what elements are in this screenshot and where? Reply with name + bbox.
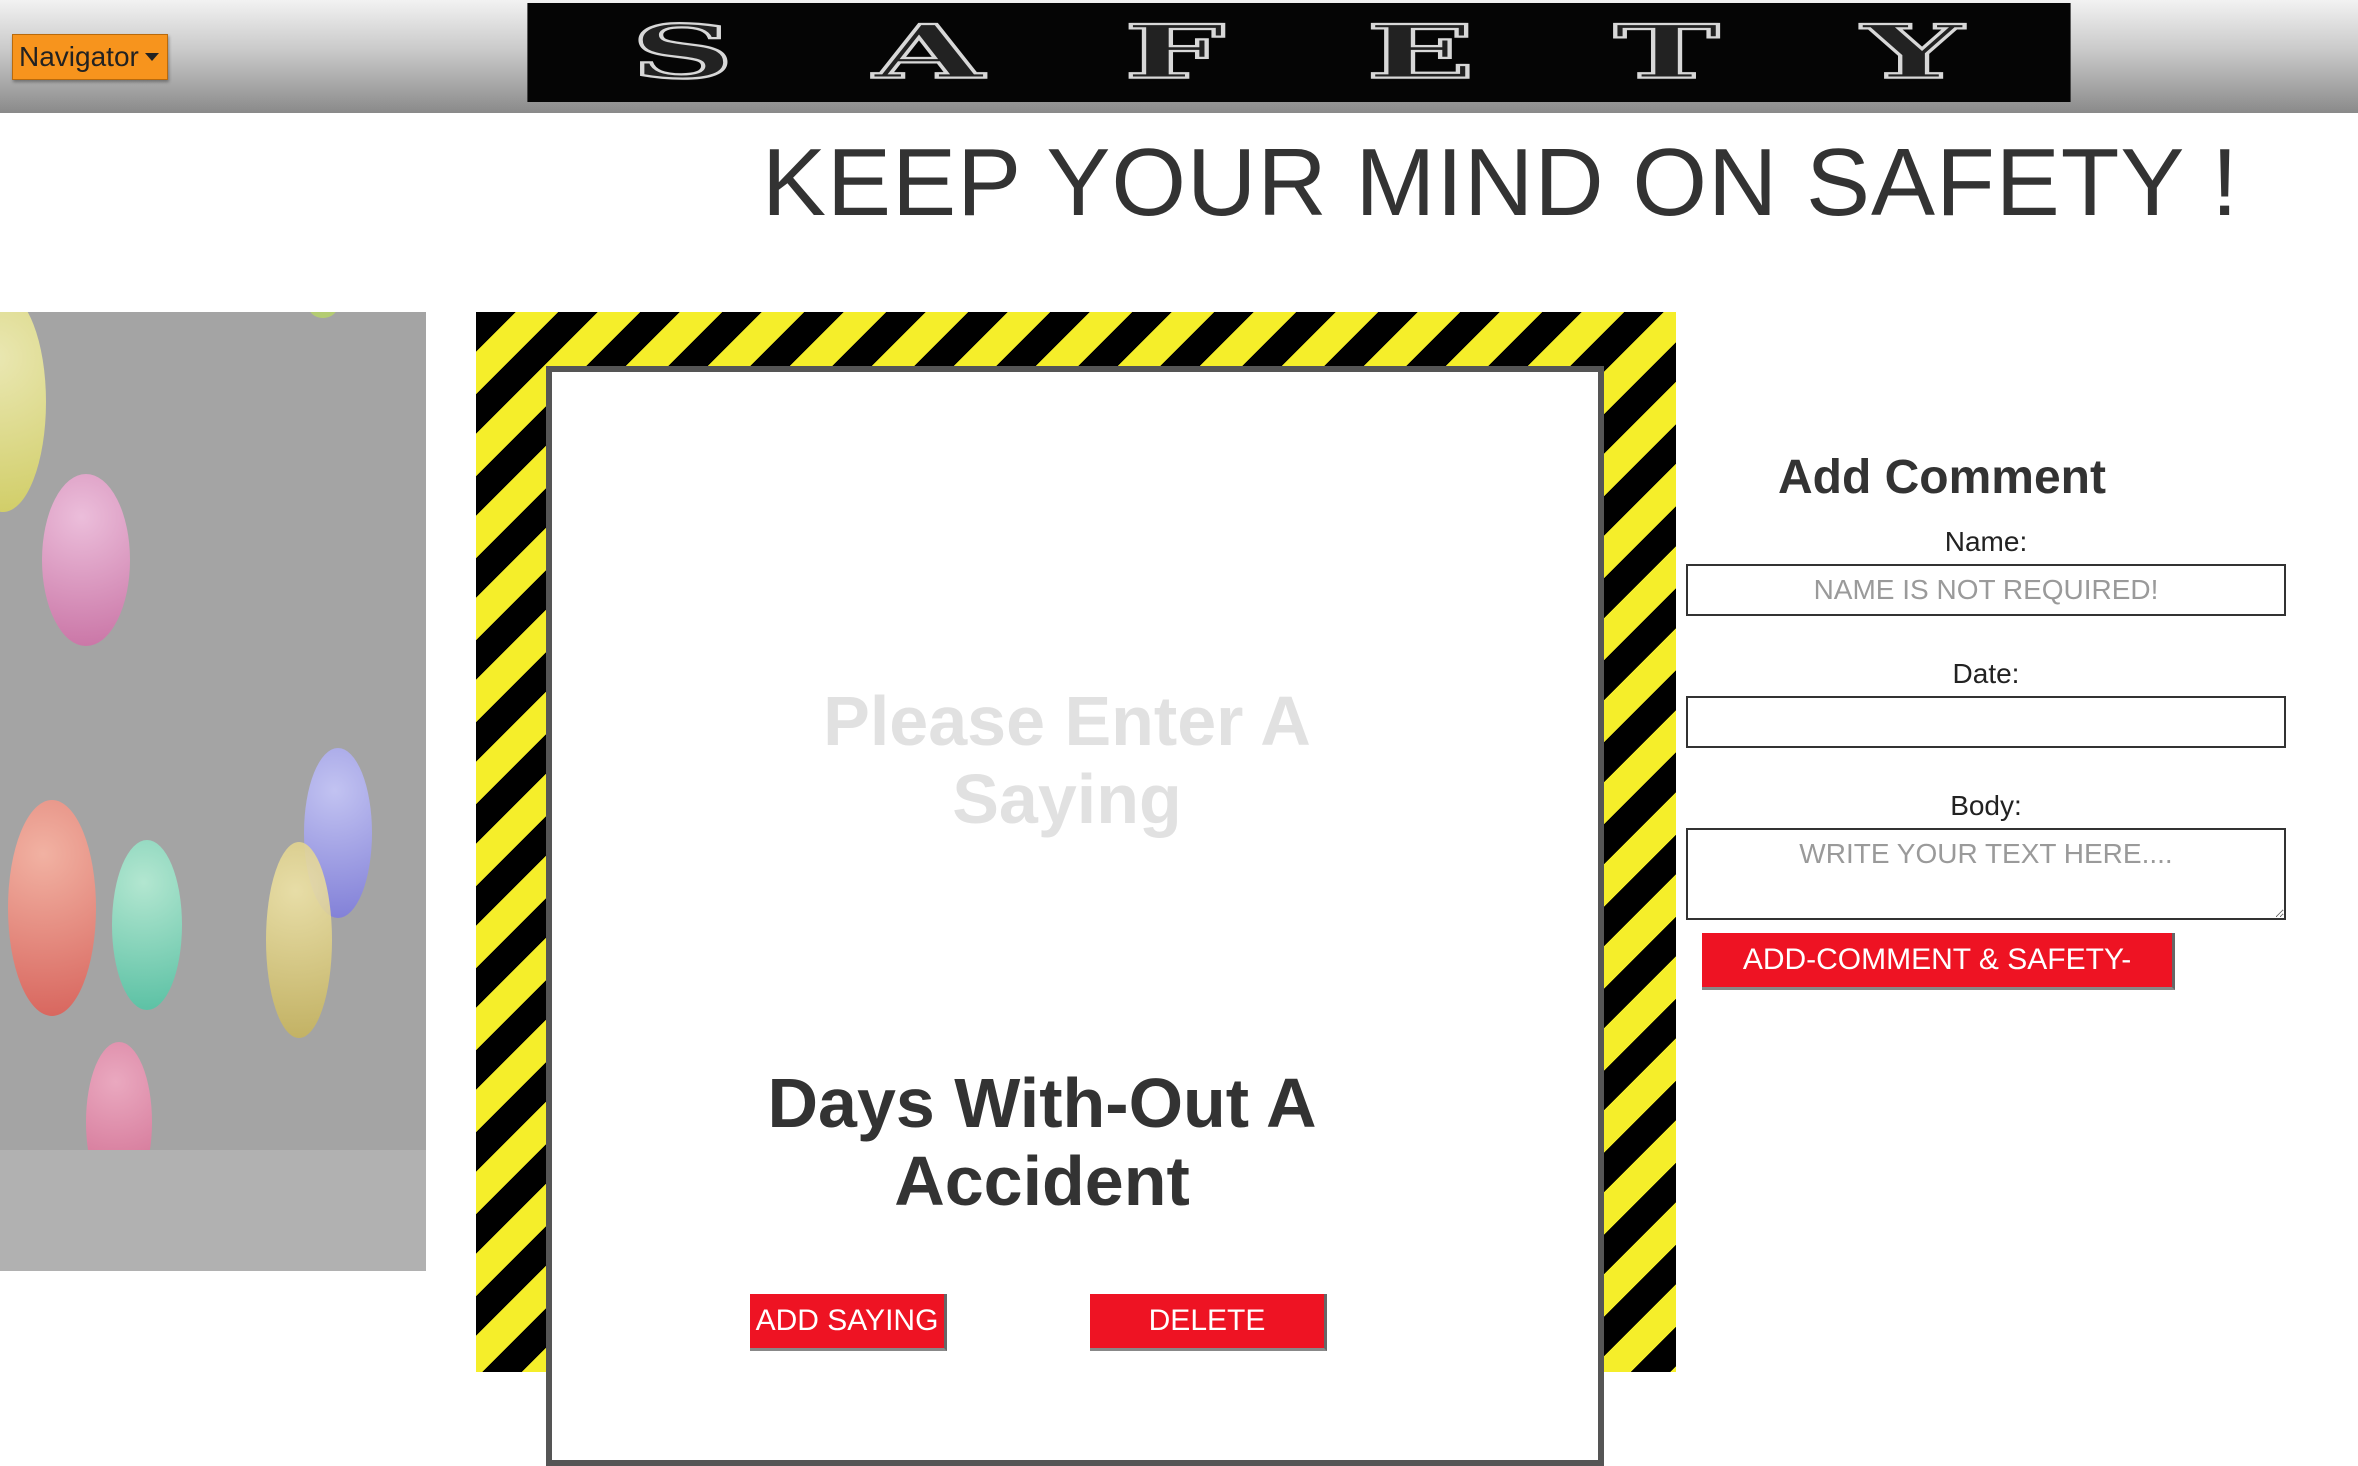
sign-board: Please Enter A Saying Days With-Out A Ac… bbox=[546, 366, 1604, 1466]
date-field[interactable] bbox=[1686, 696, 2286, 748]
balloon-green bbox=[308, 312, 338, 318]
date-label: Date: bbox=[1952, 658, 2020, 689]
saying-placeholder[interactable]: Please Enter A Saying bbox=[757, 682, 1377, 838]
balloon-teal bbox=[112, 840, 182, 1010]
balloon-pink bbox=[42, 474, 130, 646]
add-saying-button[interactable]: ADD SAYING bbox=[750, 1294, 947, 1351]
logo-letter-y: Y bbox=[1757, 3, 2071, 102]
body-textarea[interactable] bbox=[1686, 828, 2286, 920]
name-label: Name: bbox=[1944, 526, 2028, 557]
delete-saying-button[interactable]: DELETE SAYING bbox=[1090, 1294, 1327, 1391]
balloon-animation bbox=[0, 312, 426, 1271]
name-field[interactable] bbox=[1686, 564, 2286, 616]
add-comment-submit-button[interactable]: ADD-COMMENT & SAFETY-ISSUES bbox=[1702, 933, 2175, 1030]
top-banner: Navigator S A F E T Y bbox=[0, 0, 2358, 113]
days-without-accident-label: Days With-Out A Accident bbox=[767, 1064, 1317, 1220]
page-headline: KEEP YOUR MIND ON SAFETY ! bbox=[762, 129, 2240, 236]
balloon-gold bbox=[266, 842, 332, 1038]
balloon-red bbox=[8, 800, 96, 1016]
hazard-sign: Please Enter A Saying Days With-Out A Ac… bbox=[476, 312, 1676, 1466]
navigator-label: Navigator bbox=[19, 41, 139, 72]
navigator-dropdown[interactable]: Navigator bbox=[12, 34, 168, 80]
balloon-yellow bbox=[0, 312, 46, 512]
panel-footer-strip bbox=[0, 1150, 426, 1271]
caret-down-icon bbox=[144, 53, 159, 61]
body-label: Body: bbox=[1950, 790, 2022, 821]
form-title: Add Comment bbox=[1778, 451, 2106, 504]
